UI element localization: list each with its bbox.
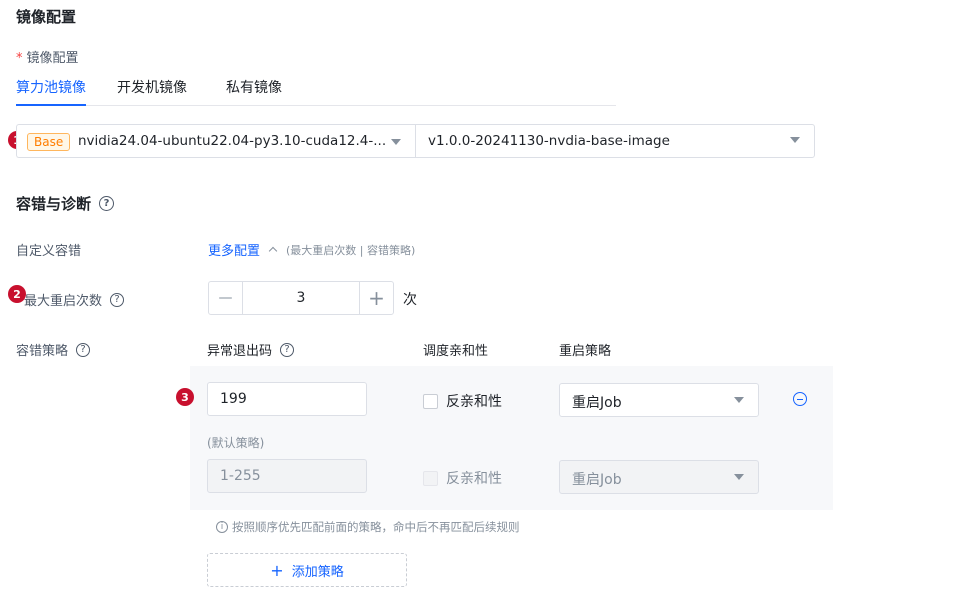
default-restart-policy-select: 重启Job [559,460,759,494]
chevron-down-icon [790,137,800,143]
max-restart-input[interactable]: 3 [243,282,359,314]
help-icon[interactable]: ? [110,292,125,307]
add-strategy-label: 添加策略 [291,564,344,580]
help-icon[interactable]: ? [76,342,91,357]
section-title-fault-tolerance-text: 容错与诊断 [16,195,92,213]
header-restart-policy: 重启策略 [559,344,612,359]
minus-mark [797,398,803,400]
image-name-value: nvidia24.04-ubuntu22.04-py3.10-cuda12.4-… [78,133,387,149]
affinity-checkbox-row: 反亲和性 [423,391,502,411]
help-icon[interactable]: ? [280,342,295,357]
default-strategy-label: (默认策略) [207,436,265,450]
remove-circle-icon[interactable] [793,392,807,406]
max-restart-label-text: 最大重启次数 [24,294,103,309]
max-restart-stepper: — 3 + [208,281,394,315]
default-affinity-row: 反亲和性 [423,468,502,488]
active-tab-indicator [16,104,86,106]
chevron-down-icon [734,474,744,480]
tab-dev-machine-image[interactable]: 开发机镜像 [117,77,187,97]
default-exit-code-input: 1-255 [207,459,367,493]
image-version-select[interactable]: v1.0.0-20241130-nvdia-base-image [415,124,815,158]
chevron-down-icon [391,139,401,145]
required-mark: * [16,51,23,66]
add-strategy-button[interactable]: + 添加策略 [207,553,407,587]
fault-strategy-label-text: 容错策略 [16,344,69,359]
header-exit-code-text: 异常退出码 [207,344,273,359]
chevron-down-icon [734,397,744,403]
base-tag: Base [27,133,71,151]
more-config-hint: (最大重启次数 | 容错策略) [286,243,416,257]
chevron-up-icon[interactable] [268,246,278,255]
section-title-fault-tolerance: 容错与诊断 ? [16,193,115,214]
custom-fault-label: 自定义容错 [16,244,82,259]
section-title-image-config: 镜像配置 [16,8,77,26]
anti-affinity-checkbox[interactable] [423,393,438,409]
image-name-select[interactable]: Base nvidia24.04-ubuntu22.04-py3.10-cuda… [16,124,416,158]
help-icon[interactable]: ? [99,196,115,211]
strategy-note: i 按照顺序优先匹配前面的策略，命中后不再匹配后续规则 [216,519,520,535]
anti-affinity-label: 反亲和性 [446,394,502,410]
fault-strategy-label: 容错策略 ? [16,340,91,359]
max-restart-label: 最大重启次数 ? [24,290,125,309]
more-config-link[interactable]: 更多配置 [208,240,260,259]
default-restart-policy-value: 重启Job [572,472,622,488]
default-anti-affinity-checkbox [423,470,438,486]
header-exit-code: 异常退出码 ? [207,340,295,359]
step-badge-3: 3 [176,388,194,406]
restart-policy-value: 重启Job [572,395,622,411]
tab-compute-pool-image[interactable]: 算力池镜像 [16,77,86,97]
image-config-label: * 镜像配置 [16,47,79,66]
info-icon: i [216,521,228,533]
plus-icon[interactable]: + [359,282,393,314]
image-config-label-text: 镜像配置 [26,51,79,66]
default-anti-affinity-label: 反亲和性 [446,471,502,487]
restart-policy-select[interactable]: 重启Job [559,383,759,417]
more-config-row: 更多配置 (最大重启次数 | 容错策略) [208,240,416,260]
minus-icon[interactable]: — [209,282,243,314]
plus-icon: + [270,560,284,580]
exit-code-input[interactable]: 199 [207,382,367,416]
header-affinity: 调度亲和性 [423,344,489,359]
image-source-tabs: 算力池镜像 开发机镜像 私有镜像 [16,72,616,106]
tab-private-image[interactable]: 私有镜像 [226,77,282,97]
restart-unit: 次 [403,292,417,308]
image-version-value: v1.0.0-20241130-nvdia-base-image [428,133,670,149]
strategy-note-text: 按照顺序优先匹配前面的策略，命中后不再匹配后续规则 [232,520,520,534]
